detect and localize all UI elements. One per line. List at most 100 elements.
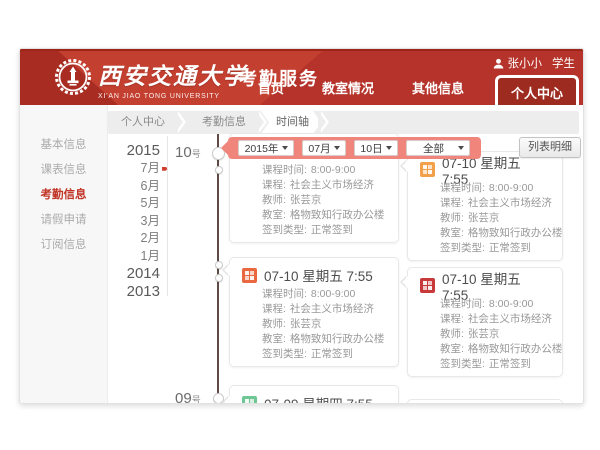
timeline-entry-march[interactable]: 3月 (118, 213, 160, 231)
timeline-entry-february[interactable]: 2月 (118, 230, 160, 248)
breadcrumb-personal-center[interactable]: 个人中心 (108, 111, 178, 134)
day-suffix: 号 (192, 149, 201, 159)
breadcrumb-timeline-active[interactable]: 时间轴 (261, 111, 321, 134)
field-label: 教室: (440, 343, 464, 355)
field-value: 社会主义市场经济 (468, 313, 552, 325)
breadcrumb: 个人中心 考勤信息 时间轴 (108, 111, 579, 134)
timeline-node-medium (213, 393, 224, 404)
day-marker-09: 09号 (175, 390, 209, 404)
field-label: 课程时间: (262, 164, 307, 176)
card-title-row: 07-10 星期五 7:55 (420, 160, 550, 178)
timeline-entry-may[interactable]: 5月 (118, 195, 160, 213)
attendance-status-badge-icon (242, 268, 257, 283)
field-label: 教师: (440, 328, 464, 340)
user-role: 学生 (552, 55, 575, 71)
sidebar-item-leave-request[interactable]: 请假申请 (20, 208, 107, 233)
field-label: 课程时间: (262, 288, 307, 300)
timeline-entry-june[interactable]: 6月 (118, 178, 160, 196)
attendance-card[interactable]: 07-10 星期五 7:55 课程时间:8:00-9:00课程:社会主义市场经济… (229, 257, 399, 367)
field-label: 签到类型: (440, 242, 485, 254)
attendance-card[interactable]: 07-10 星期五 7:55 课程时间:8:00-9:00课程:社会主义市场经济… (407, 151, 563, 261)
field-label: 签到类型: (262, 224, 307, 236)
timeline-year-month-list: 2015 7月 6月 5月 3月 2月 1月 2014 2013 (118, 142, 160, 301)
attendance-card-partial[interactable] (407, 399, 563, 404)
month-dropdown[interactable]: 07月 (302, 140, 346, 156)
day-number: 10 (175, 144, 192, 161)
field-label: 课程时间: (440, 298, 485, 310)
field-label: 课程: (440, 313, 464, 325)
card-fields: 课程时间:8:00-9:00课程:社会主义市场经济教师:张芸京教室:格物致知行政… (262, 287, 386, 362)
card-pointer-left-icon (402, 276, 408, 288)
card-field-row: 签到类型:正常签到 (262, 347, 386, 362)
field-value: 8:00-9:00 (311, 164, 355, 176)
card-pointer-left-icon (224, 396, 230, 404)
year-dropdown[interactable]: 2015年 (238, 140, 294, 156)
sidebar: 基本信息 课表信息 考勤信息 请假申请 订阅信息 (20, 105, 108, 404)
field-label: 教室: (262, 333, 286, 345)
field-label: 教师: (440, 212, 464, 224)
field-value: 正常签到 (489, 358, 531, 370)
day-dropdown[interactable]: 10日 (354, 140, 398, 156)
card-field-row: 签到类型:正常签到 (262, 223, 386, 238)
card-pointer-left-icon (224, 264, 230, 276)
card-field-row: 教师:张芸京 (440, 327, 550, 342)
timeline-entry-2013[interactable]: 2013 (118, 283, 160, 301)
field-value: 正常签到 (489, 242, 531, 254)
field-value: 格物致知行政办公楼 (290, 333, 385, 345)
timeline-entry-2014[interactable]: 2014 (118, 265, 160, 283)
breadcrumb-chevron-icon (178, 111, 189, 134)
attendance-status-badge-icon (420, 162, 435, 177)
filter-bar: 2015年 07月 10日 全部 (228, 137, 481, 159)
timeline-entry-july-current[interactable]: 7月 (118, 160, 160, 178)
card-field-row: 教师:张芸京 (440, 211, 550, 226)
attendance-status-badge-icon (420, 278, 435, 293)
card-field-row: 教室: 格物致知行政办公楼 (262, 332, 386, 347)
timeline-entry-2015[interactable]: 2015 (118, 142, 160, 160)
card-fields: 课程时间: 8:00-9:00 课程: 社会主义市场经济教师:张芸京教室:格物致知行政… (440, 297, 550, 372)
attendance-card[interactable]: 07-09 星期四 7:55 (229, 385, 399, 404)
field-label: 签到类型: (440, 358, 485, 370)
field-value: 8:00-9:00 (489, 298, 533, 310)
timeline-rail-divider (167, 136, 168, 296)
card-field-row: 签到类型: 正常签到 (440, 241, 550, 256)
field-value: 社会主义市场经济 (290, 179, 374, 191)
timeline-node-small (215, 166, 223, 174)
nav-item-other-info[interactable]: 其他信息 (393, 78, 483, 105)
nav-tab-personal-center[interactable]: 个人中心 (495, 75, 579, 105)
type-dropdown-value: 全部 (407, 141, 456, 156)
user-info[interactable]: 张小小 学生 (493, 55, 576, 71)
card-field-row: 课程:社会主义市场经济 (262, 178, 386, 193)
day-suffix: 号 (192, 395, 201, 404)
timeline-vertical-line (217, 134, 219, 404)
sidebar-item-basic-info[interactable]: 基本信息 (20, 133, 107, 158)
sidebar-item-subscription-info[interactable]: 订阅信息 (20, 233, 107, 258)
field-value: 8:00-9:00 (311, 288, 355, 300)
attendance-card[interactable]: 07-10 星期五 7:55 课程时间:8:00-9:00课程:社会主义市场经济… (407, 267, 563, 377)
type-dropdown[interactable]: 全部 (406, 140, 470, 156)
header-top-strip (20, 49, 584, 51)
caret-down-icon (386, 146, 392, 150)
card-field-row: 教师:张芸京 (262, 193, 386, 208)
nav-item-classrooms[interactable]: 教室情况 (303, 78, 393, 105)
month-dropdown-value: 07月 (303, 141, 332, 156)
sidebar-item-schedule-info[interactable]: 课表信息 (20, 158, 107, 183)
day-dropdown-value: 10日 (355, 141, 384, 156)
card-title-row: 07-09 星期四 7:55 (242, 394, 386, 404)
list-detail-button[interactable]: 列表明细 (519, 137, 581, 158)
university-logo-icon (54, 58, 92, 96)
attendance-status-badge-icon (242, 396, 257, 405)
year-dropdown-value: 2015年 (239, 141, 280, 156)
card-field-row: 课程时间: 8:00-9:00 (262, 287, 386, 302)
day-marker-10: 10号 (175, 144, 209, 162)
sidebar-item-attendance-info[interactable]: 考勤信息 (20, 183, 107, 208)
caret-down-icon (458, 146, 464, 150)
card-field-row: 教室:格物致知行政办公楼 (440, 342, 550, 357)
timeline-entry-january[interactable]: 1月 (118, 248, 160, 266)
nav-item-home[interactable]: 首页 (239, 78, 303, 105)
field-label: 教师: (262, 194, 286, 206)
field-label: 教室: (262, 209, 286, 221)
timeline-node-small (215, 261, 223, 269)
card-field-row: 教室:格物致知行政办公楼 (440, 226, 550, 241)
breadcrumb-attendance-info[interactable]: 考勤信息 (189, 111, 259, 134)
caret-down-icon (282, 146, 288, 150)
